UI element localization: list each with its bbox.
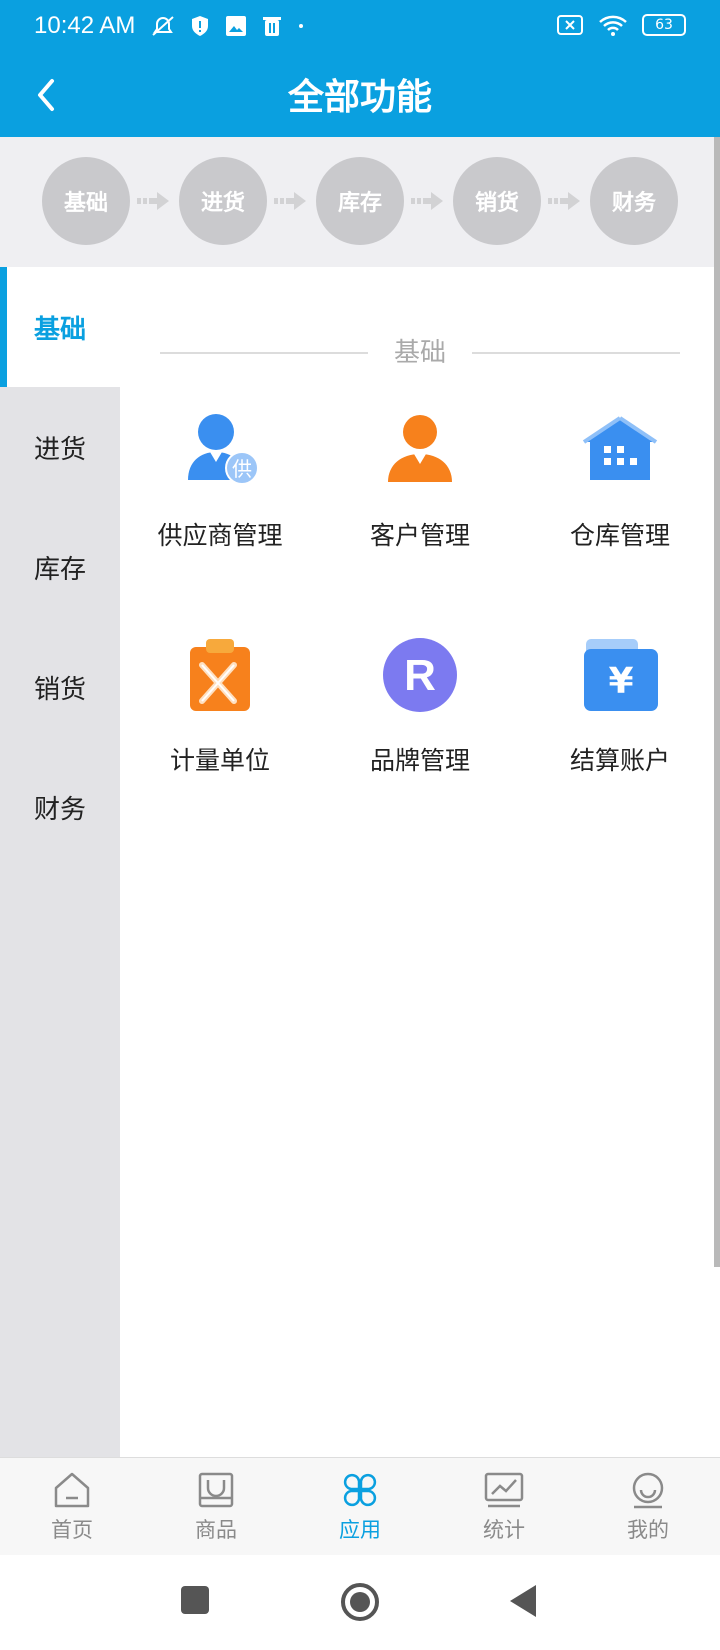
section-title: 基础 xyxy=(393,338,446,368)
step-arrow-icon xyxy=(137,192,169,210)
tile-measure-unit[interactable]: 计量单位 xyxy=(120,635,320,805)
goods-icon xyxy=(198,1472,234,1508)
warehouse-icon xyxy=(582,416,658,480)
currency-badge: ¥ xyxy=(608,661,633,702)
tile-brand-management[interactable]: R 品牌管理 xyxy=(320,635,520,805)
sidebar-item-basic[interactable]: 基础 xyxy=(0,267,120,387)
back-triangle-icon[interactable] xyxy=(508,1583,538,1619)
status-time: 10:42 AM xyxy=(34,12,136,39)
step-arrow-icon xyxy=(411,192,443,210)
trash-icon xyxy=(263,17,281,36)
tile-label: 品牌管理 xyxy=(369,746,470,775)
shield-icon xyxy=(192,16,208,36)
tile-customer-management[interactable]: 客户管理 xyxy=(320,410,520,580)
supplier-badge: 供 xyxy=(232,457,252,481)
step-sales[interactable]: 销货 xyxy=(453,157,541,245)
tab-label: 商品 xyxy=(195,1518,237,1542)
step-finance[interactable]: 财务 xyxy=(590,157,678,245)
section-heading: 基础 xyxy=(160,330,680,370)
profile-icon xyxy=(632,1472,664,1509)
customer-icon xyxy=(388,415,452,482)
tab-goods[interactable]: 商品 xyxy=(144,1470,288,1544)
brand-badge: R xyxy=(404,651,436,700)
tab-home[interactable]: 首页 xyxy=(0,1470,144,1544)
home-icon xyxy=(54,1472,90,1508)
tab-label: 统计 xyxy=(483,1518,525,1542)
supplier-icon: 供 xyxy=(188,414,259,485)
sidebar-item-inventory[interactable]: 库存 xyxy=(0,507,120,627)
sidebar-item-finance[interactable]: 财务 xyxy=(0,747,120,867)
app-header: 10:42 AM 63 全部功能 xyxy=(0,0,720,137)
measure-unit-icon xyxy=(190,639,250,711)
scrollbar[interactable] xyxy=(714,137,720,1267)
brand-icon: R xyxy=(383,638,457,712)
apps-icon xyxy=(343,1473,377,1507)
sidebar-item-sales[interactable]: 销货 xyxy=(0,627,120,747)
step-arrow-icon xyxy=(274,192,306,210)
step-inventory[interactable]: 库存 xyxy=(316,157,404,245)
bottom-tab-bar: 首页 商品 应用 统计 我的 xyxy=(0,1457,720,1555)
page-title: 全部功能 xyxy=(287,77,432,118)
tab-label: 我的 xyxy=(627,1518,669,1542)
tile-warehouse-management[interactable]: 仓库管理 xyxy=(520,410,720,580)
tile-label: 仓库管理 xyxy=(569,521,670,550)
stats-icon xyxy=(484,1472,524,1508)
tab-label: 应用 xyxy=(339,1518,381,1542)
sidebar-item-purchase[interactable]: 进货 xyxy=(0,387,120,507)
status-icons-left xyxy=(150,14,306,38)
settlement-account-icon: ¥ xyxy=(584,639,658,711)
category-sidebar: 基础 进货 库存 销货 财务 xyxy=(0,267,120,1457)
no-sim-icon xyxy=(557,15,583,35)
status-bar: 10:42 AM 63 xyxy=(0,0,720,55)
tile-label: 计量单位 xyxy=(169,746,270,775)
recents-icon[interactable] xyxy=(180,1585,210,1615)
tab-profile[interactable]: 我的 xyxy=(576,1470,720,1544)
tab-apps[interactable]: 应用 xyxy=(288,1470,432,1544)
tile-supplier-management[interactable]: 供 供应商管理 xyxy=(120,410,320,580)
tile-label: 结算账户 xyxy=(569,746,670,775)
tab-label: 首页 xyxy=(51,1518,93,1542)
step-purchase[interactable]: 进货 xyxy=(179,157,267,245)
tile-label: 供应商管理 xyxy=(157,521,283,550)
gallery-icon xyxy=(226,16,246,36)
tile-label: 客户管理 xyxy=(369,521,470,550)
tab-stats[interactable]: 统计 xyxy=(432,1470,576,1544)
step-arrow-icon xyxy=(548,192,580,210)
tile-settlement-account[interactable]: ¥ 结算账户 xyxy=(520,635,720,805)
dot-icon xyxy=(299,24,303,28)
silent-icon xyxy=(152,16,174,36)
step-basic[interactable]: 基础 xyxy=(42,157,130,245)
home-button-icon[interactable] xyxy=(340,1582,380,1622)
wifi-icon xyxy=(599,15,627,36)
system-navigation-bar xyxy=(0,1555,720,1650)
status-icons-right: 63 xyxy=(556,14,686,36)
battery-indicator: 63 xyxy=(642,14,686,36)
flow-steps: 基础 进货 库存 销货 财务 xyxy=(0,137,715,267)
